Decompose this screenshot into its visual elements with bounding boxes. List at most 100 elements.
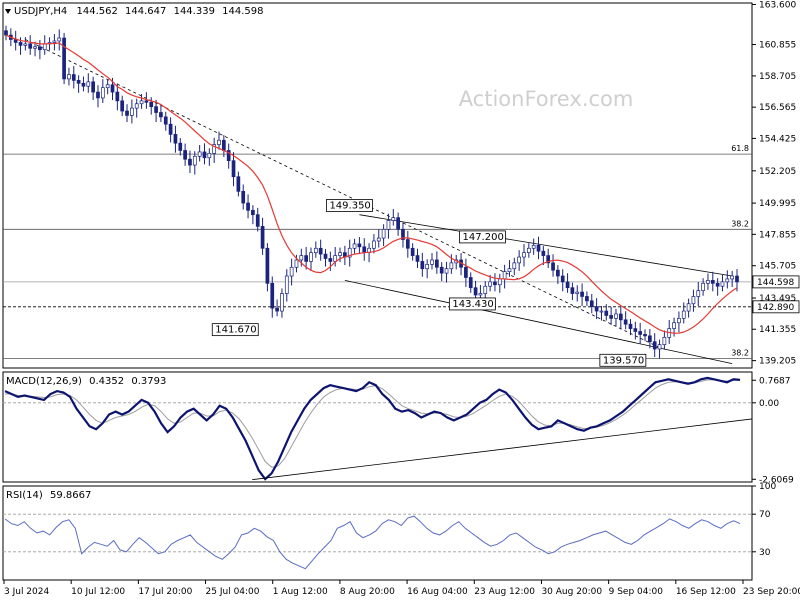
candle-body [23,43,28,46]
macd-header: MACD(12,26,9) 0.4352 0.3793 [6,376,166,387]
rsi-header: RSI(14) 59.8667 [6,490,91,501]
candle-body [681,310,686,319]
symbol-label: USDJPY,H4 [14,6,67,17]
candle-body [28,43,33,49]
candle-body [657,344,662,350]
price-y-tick-label: 149.995 [759,199,796,209]
candle-body [217,139,221,145]
candle-body [197,151,202,157]
candle-body [686,303,691,312]
price-y-tick-label: 158.705 [759,72,796,82]
candle-body [575,291,580,294]
current-price-tag: 144.598 [757,278,794,288]
candle-body [662,336,667,345]
candle-body [33,46,37,49]
candle-body [522,252,526,258]
candle-body [110,84,115,93]
x-tick-label: 1 Aug 12:00 [273,587,328,597]
candle-body [589,300,594,308]
svg-text:RSI(14) 59.8667: RSI(14) 59.8667 [6,490,91,501]
candle-body [4,30,8,36]
macd-y-tick-label: 0.00 [759,399,779,409]
candle-body [309,252,313,262]
x-tick-label: 16 Aug 04:00 [407,587,468,597]
ohlc-open: 144.562 [76,6,117,17]
support-price-tag: 142.890 [757,303,794,313]
candle-body [154,106,158,113]
candle-body [159,112,163,118]
candle-body [439,266,444,274]
candle-body [488,281,492,287]
candle-body [183,150,187,160]
candle-body [241,190,246,204]
ohlc-high: 144.647 [125,6,166,17]
ohlc-close: 144.598 [222,6,263,17]
watermark: ActionForex.com [459,87,634,111]
annotation-label: 139.570 [603,355,644,366]
candle-body [318,247,323,255]
macd-main-line [4,376,741,481]
macd-y-tick-label: 0.7687 [759,376,791,386]
candle-body [372,240,376,249]
candle-body [691,296,696,305]
candle-body [706,280,710,284]
candle-body [396,217,400,230]
fibonacci-lines: 61.8 38.2 38.2 [3,144,752,359]
candle-body [512,262,517,270]
x-tick-label: 23 Aug 12:00 [474,587,535,597]
candle-body [76,80,81,84]
svg-text:MACD(12,26,9) 0.4352: MACD(12,26,9) 0.4352 0.3793 [6,376,166,387]
price-header: USDJPY,H4 144.562 144.647 144.339 144.59… [5,6,263,17]
candle-body [541,250,546,256]
x-tick-label: 10 Jul 12:00 [71,587,125,597]
candle-body [652,341,657,350]
annotation-label: 149.350 [329,201,370,212]
candle-body [638,331,643,335]
candle-body [202,151,207,159]
candle-body [565,281,570,289]
candle-body [352,243,357,249]
candle-body [376,237,381,242]
candle-body [100,87,105,99]
price-y-tick-label: 154.425 [759,134,796,144]
candle-body [86,81,91,87]
candle-body [405,239,410,249]
candle-body [178,142,183,151]
candle-body [67,74,71,80]
candle-body [289,266,294,277]
candle-body [449,262,454,270]
candle-body [81,82,86,87]
price-y-tick-label: 145.705 [759,262,796,272]
candle-body [677,318,681,324]
candle-body [149,101,154,108]
candle-body [715,282,720,287]
candle-body [328,258,333,262]
candle-body [260,226,265,249]
candle-body [420,261,425,270]
candle-body [560,275,565,283]
candle-body [701,282,705,291]
collapse-triangle-icon[interactable] [5,9,11,14]
candle-body [42,43,47,51]
price-y-tick-label: 163.600 [759,0,796,10]
candle-body [115,91,120,102]
ohlc-low: 144.339 [174,6,215,17]
candle-body [139,100,144,105]
candle-body [468,277,473,289]
candle-body [725,278,730,283]
annotation-label: 147.200 [462,232,503,243]
chart-stage: ActionForex.com 61.8 38.2 38.2 149.350 147.… [2,0,800,597]
candle-body [415,255,420,262]
candle-body [221,139,226,151]
candle-body [648,335,652,343]
candle-body [362,246,367,254]
candle-body [251,209,255,216]
candle-body [531,245,536,249]
candle-body [130,107,134,116]
x-tick-label: 9 Sep 04:00 [609,587,664,597]
candle-body [207,153,212,159]
candle-body [38,46,42,51]
candle-body [435,259,439,268]
candle-body [294,259,299,268]
annotation-label: 141.670 [215,325,256,336]
